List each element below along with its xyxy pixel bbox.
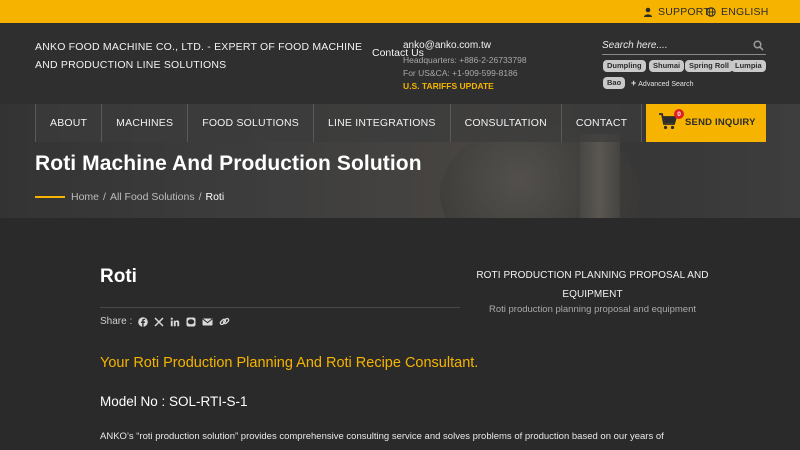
email-link[interactable]: anko@anko.com.tw bbox=[403, 40, 491, 51]
tag-dumpling[interactable]: Dumpling bbox=[603, 60, 646, 72]
breadcrumb-all-food-solutions[interactable]: All Food Solutions bbox=[110, 191, 195, 203]
nav-consultation[interactable]: CONSULTATION bbox=[450, 104, 562, 142]
us-ca-phone: For US&CA: +1-909-599-8186 bbox=[403, 68, 518, 78]
top-bar: SUPPORT ENGLISH bbox=[0, 0, 800, 23]
description-text: ANKO’s “roti production solution” provid… bbox=[100, 431, 664, 442]
language-selector[interactable]: ENGLISH bbox=[706, 4, 769, 19]
slogan-heading: Your Roti Production Planning And Roti R… bbox=[100, 355, 479, 371]
nav-contact[interactable]: CONTACT bbox=[561, 104, 643, 142]
side-heading: ROTI PRODUCTION PLANNING PROPOSAL AND EQ… bbox=[476, 270, 709, 300]
nav-machines[interactable]: MACHINES bbox=[102, 104, 189, 142]
share-label: Share : bbox=[100, 316, 133, 327]
language-label: ENGLISH bbox=[721, 5, 769, 18]
plus-icon: + bbox=[631, 78, 637, 88]
globe-icon bbox=[706, 6, 716, 17]
email-icon[interactable] bbox=[202, 317, 213, 327]
tariffs-update-link[interactable]: U.S. TARIFFS UPDATE bbox=[403, 81, 494, 91]
model-number: Model No : SOL-RTI-S-1 bbox=[100, 394, 248, 409]
facebook-icon[interactable] bbox=[138, 316, 149, 327]
support-link[interactable]: SUPPORT bbox=[643, 4, 710, 19]
tag-bao[interactable]: Bao bbox=[603, 77, 626, 89]
tag-lumpia[interactable]: Lumpia bbox=[731, 60, 766, 72]
send-inquiry-label: SEND INQUIRY bbox=[685, 117, 756, 128]
tag-spring-roll[interactable]: Spring Roll bbox=[685, 60, 733, 72]
send-inquiry-button[interactable]: 0 SEND INQUIRY bbox=[646, 104, 766, 142]
breadcrumb-home[interactable]: Home bbox=[71, 191, 99, 203]
breadcrumb-current: Roti bbox=[205, 191, 225, 203]
breadcrumb-separator: / bbox=[103, 191, 106, 203]
breadcrumb: Home / All Food Solutions / Roti bbox=[35, 191, 224, 203]
page-title: Roti Machine And Production Solution bbox=[35, 152, 422, 175]
nav-about[interactable]: ABOUT bbox=[35, 104, 103, 142]
advanced-search-link[interactable]: + Advanced Search bbox=[631, 77, 694, 91]
breadcrumb-separator: / bbox=[198, 191, 202, 203]
cart-count-badge: 0 bbox=[674, 109, 684, 119]
search-box bbox=[602, 35, 766, 55]
side-subheading: Roti production planning proposal and eq… bbox=[488, 304, 697, 315]
breadcrumb-accent-line bbox=[35, 196, 65, 198]
support-label: SUPPORT bbox=[658, 5, 710, 18]
title-divider bbox=[100, 307, 460, 308]
link-icon[interactable] bbox=[219, 316, 230, 327]
product-title: Roti bbox=[100, 266, 137, 287]
tag-shumai[interactable]: Shumai bbox=[649, 60, 685, 72]
main-content: Roti Share : ROTI PRODUCTION PLANNING PR… bbox=[0, 218, 800, 450]
x-icon[interactable] bbox=[154, 316, 164, 327]
headquarters-phone: Headquarters: +886-2-26733798 bbox=[403, 55, 527, 65]
search-input[interactable] bbox=[602, 36, 742, 55]
nav-line-integrations[interactable]: LINE INTEGRATIONS bbox=[313, 104, 451, 142]
company-name[interactable]: ANKO FOOD MACHINE CO., LTD. - EXPERT OF … bbox=[35, 38, 365, 74]
nav-food-solutions[interactable]: FOOD SOLUTIONS bbox=[188, 104, 314, 142]
line-icon[interactable] bbox=[186, 317, 196, 327]
site-header: ANKO FOOD MACHINE CO., LTD. - EXPERT OF … bbox=[0, 23, 800, 104]
main-nav: ABOUT MACHINES FOOD SOLUTIONS LINE INTEG… bbox=[35, 104, 643, 142]
share-bar: Share : bbox=[100, 316, 230, 327]
linkedin-icon[interactable] bbox=[170, 317, 180, 327]
advanced-search-label: Advanced Search bbox=[638, 81, 694, 88]
search-icon[interactable] bbox=[753, 38, 764, 56]
support-user-icon bbox=[644, 7, 652, 17]
